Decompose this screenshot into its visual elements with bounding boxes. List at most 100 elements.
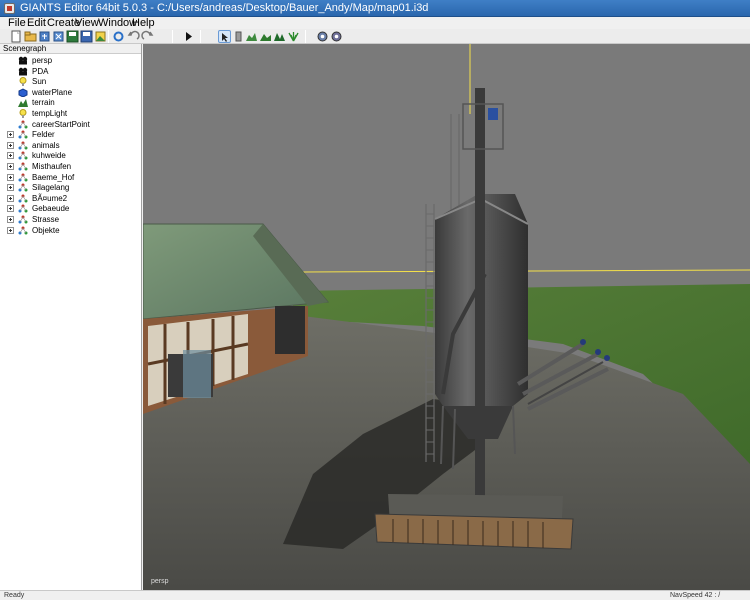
menu-help[interactable]: Help: [132, 17, 155, 29]
scenegraph-node[interactable]: tempLight: [0, 108, 138, 119]
scenegraph-node-label: terrain: [32, 98, 55, 108]
expand-icon[interactable]: [7, 184, 14, 192]
select-icon[interactable]: [218, 30, 231, 43]
scenegraph-node[interactable]: kuhweide: [0, 150, 138, 161]
expand-icon[interactable]: [7, 194, 14, 202]
menu-view[interactable]: View: [75, 17, 99, 29]
scenegraph-node[interactable]: persp: [0, 55, 138, 66]
scenegraph-node-label: BÃ¤ume2: [32, 193, 68, 203]
scenegraph-node[interactable]: careerStartPoint: [0, 119, 138, 130]
menu-file[interactable]: File: [8, 17, 26, 29]
scenegraph-node-label: Baeme_Hof: [32, 172, 75, 182]
transform-group-icon: [18, 120, 28, 129]
conveyor-end-2: [595, 349, 601, 355]
scenegraph-node-label: Felder: [32, 130, 55, 140]
scenegraph-node[interactable]: waterPlane: [0, 87, 138, 98]
scenegraph-node-label: Sun: [32, 77, 47, 87]
light-icon: [18, 109, 28, 118]
redo-icon[interactable]: [141, 30, 154, 43]
tower-motor: [488, 108, 498, 120]
barn-window: [183, 350, 211, 398]
window-title: GIANTS Editor 64bit 5.0.3 - C:/Users/and…: [20, 2, 429, 14]
scenegraph-node[interactable]: Misthaufen: [0, 161, 138, 172]
scenegraph-node[interactable]: Silagelang: [0, 182, 138, 193]
expand-icon[interactable]: [7, 141, 14, 149]
foliage-paint-icon[interactable]: [273, 30, 286, 43]
scenegraph-node-label: PDA: [32, 66, 49, 76]
save-icon[interactable]: [66, 30, 79, 43]
camera-icon: [18, 67, 28, 76]
title-bar: GIANTS Editor 64bit 5.0.3 - C:/Users/and…: [0, 0, 750, 17]
transform-group-icon: [18, 194, 28, 203]
expand-icon[interactable]: [7, 163, 14, 170]
3d-viewport[interactable]: [143, 44, 750, 590]
expand-icon[interactable]: [7, 173, 14, 181]
scenegraph-node[interactable]: Objekte: [0, 225, 138, 236]
viewport-scene[interactable]: [143, 44, 750, 590]
play-icon[interactable]: [182, 30, 195, 43]
scenegraph-node-label: waterPlane: [32, 87, 73, 97]
scenegraph-node-label: tempLight: [32, 109, 68, 118]
scenegraph-node-label: Strasse: [32, 215, 60, 224]
transform-group-icon: [18, 204, 28, 213]
scenegraph-node-label: Gebaeude: [32, 204, 70, 214]
scenegraph-title: Scenegraph: [0, 44, 141, 54]
refresh-icon[interactable]: [112, 30, 125, 43]
transform-group-icon: [18, 130, 28, 139]
transform-group-icon: [18, 141, 28, 150]
scenegraph-node[interactable]: Sun: [0, 76, 138, 87]
new-icon[interactable]: [10, 30, 23, 43]
terrain-paint-icon[interactable]: [259, 30, 272, 43]
undo-icon[interactable]: [127, 30, 140, 43]
scenegraph-node-label: persp: [32, 56, 53, 65]
scenegraph-node[interactable]: PDA: [0, 66, 138, 77]
settings-alt-icon[interactable]: [330, 30, 343, 43]
camera-label: persp: [151, 578, 169, 585]
terrain-icon: [18, 98, 28, 108]
open-icon[interactable]: [24, 30, 37, 43]
barn-opening: [275, 306, 305, 354]
light-icon: [18, 77, 28, 87]
transform-group-icon: [18, 215, 28, 224]
scenegraph-panel: Scenegraph persp PDA Sun waterPlane terrain t…: [0, 44, 142, 590]
transform-group-icon: [18, 151, 28, 160]
status-right: NavSpeed 42 : /: [670, 592, 721, 599]
scenegraph-node[interactable]: Felder: [0, 129, 138, 140]
scenegraph-node[interactable]: Baeme_Hof: [0, 172, 138, 183]
scenegraph-node[interactable]: terrain: [0, 97, 138, 108]
expand-icon[interactable]: [7, 131, 14, 139]
scenegraph-node-label: Misthaufen: [32, 162, 72, 171]
expand-icon[interactable]: [7, 216, 14, 223]
toolbar: [0, 29, 750, 44]
scenegraph-node-label: Silagelang: [32, 183, 70, 193]
transform-group-icon: [18, 226, 28, 235]
scenegraph-node[interactable]: Gebaeude: [0, 203, 138, 214]
scenegraph-node-label: careerStartPoint: [32, 119, 90, 129]
menu-edit[interactable]: Edit: [27, 17, 46, 29]
transform-group-icon: [18, 162, 28, 171]
expand-icon[interactable]: [7, 152, 14, 160]
transform-group-icon: [18, 183, 28, 192]
foliage-icon[interactable]: [287, 30, 300, 43]
conveyor-end-3: [604, 355, 610, 361]
scenegraph-node-label: Objekte: [32, 225, 60, 235]
status-bar: Ready NavSpeed 42 : /: [0, 590, 750, 600]
scenegraph-node[interactable]: BÃ¤ume2: [0, 193, 138, 204]
status-left: Ready: [4, 592, 25, 599]
transform-group-icon: [18, 173, 28, 182]
camera-icon: [18, 56, 28, 65]
conveyor-end-1: [580, 339, 586, 345]
scenegraph-node[interactable]: Strasse: [0, 214, 138, 225]
expand-icon[interactable]: [7, 226, 14, 234]
settings-icon[interactable]: [316, 30, 329, 43]
scenegraph-node[interactable]: animals: [0, 140, 138, 151]
scene-icon[interactable]: [94, 30, 107, 43]
save-all-icon[interactable]: [80, 30, 93, 43]
silo-ladder-rungs: [426, 213, 434, 455]
terrain-sculpt-icon[interactable]: [245, 30, 258, 43]
expand-icon[interactable]: [7, 205, 14, 213]
menu-bar: File Edit Create View Window Help: [0, 17, 750, 29]
import-icon[interactable]: [38, 30, 51, 43]
move-icon[interactable]: [232, 30, 245, 43]
export-icon[interactable]: [52, 30, 65, 43]
